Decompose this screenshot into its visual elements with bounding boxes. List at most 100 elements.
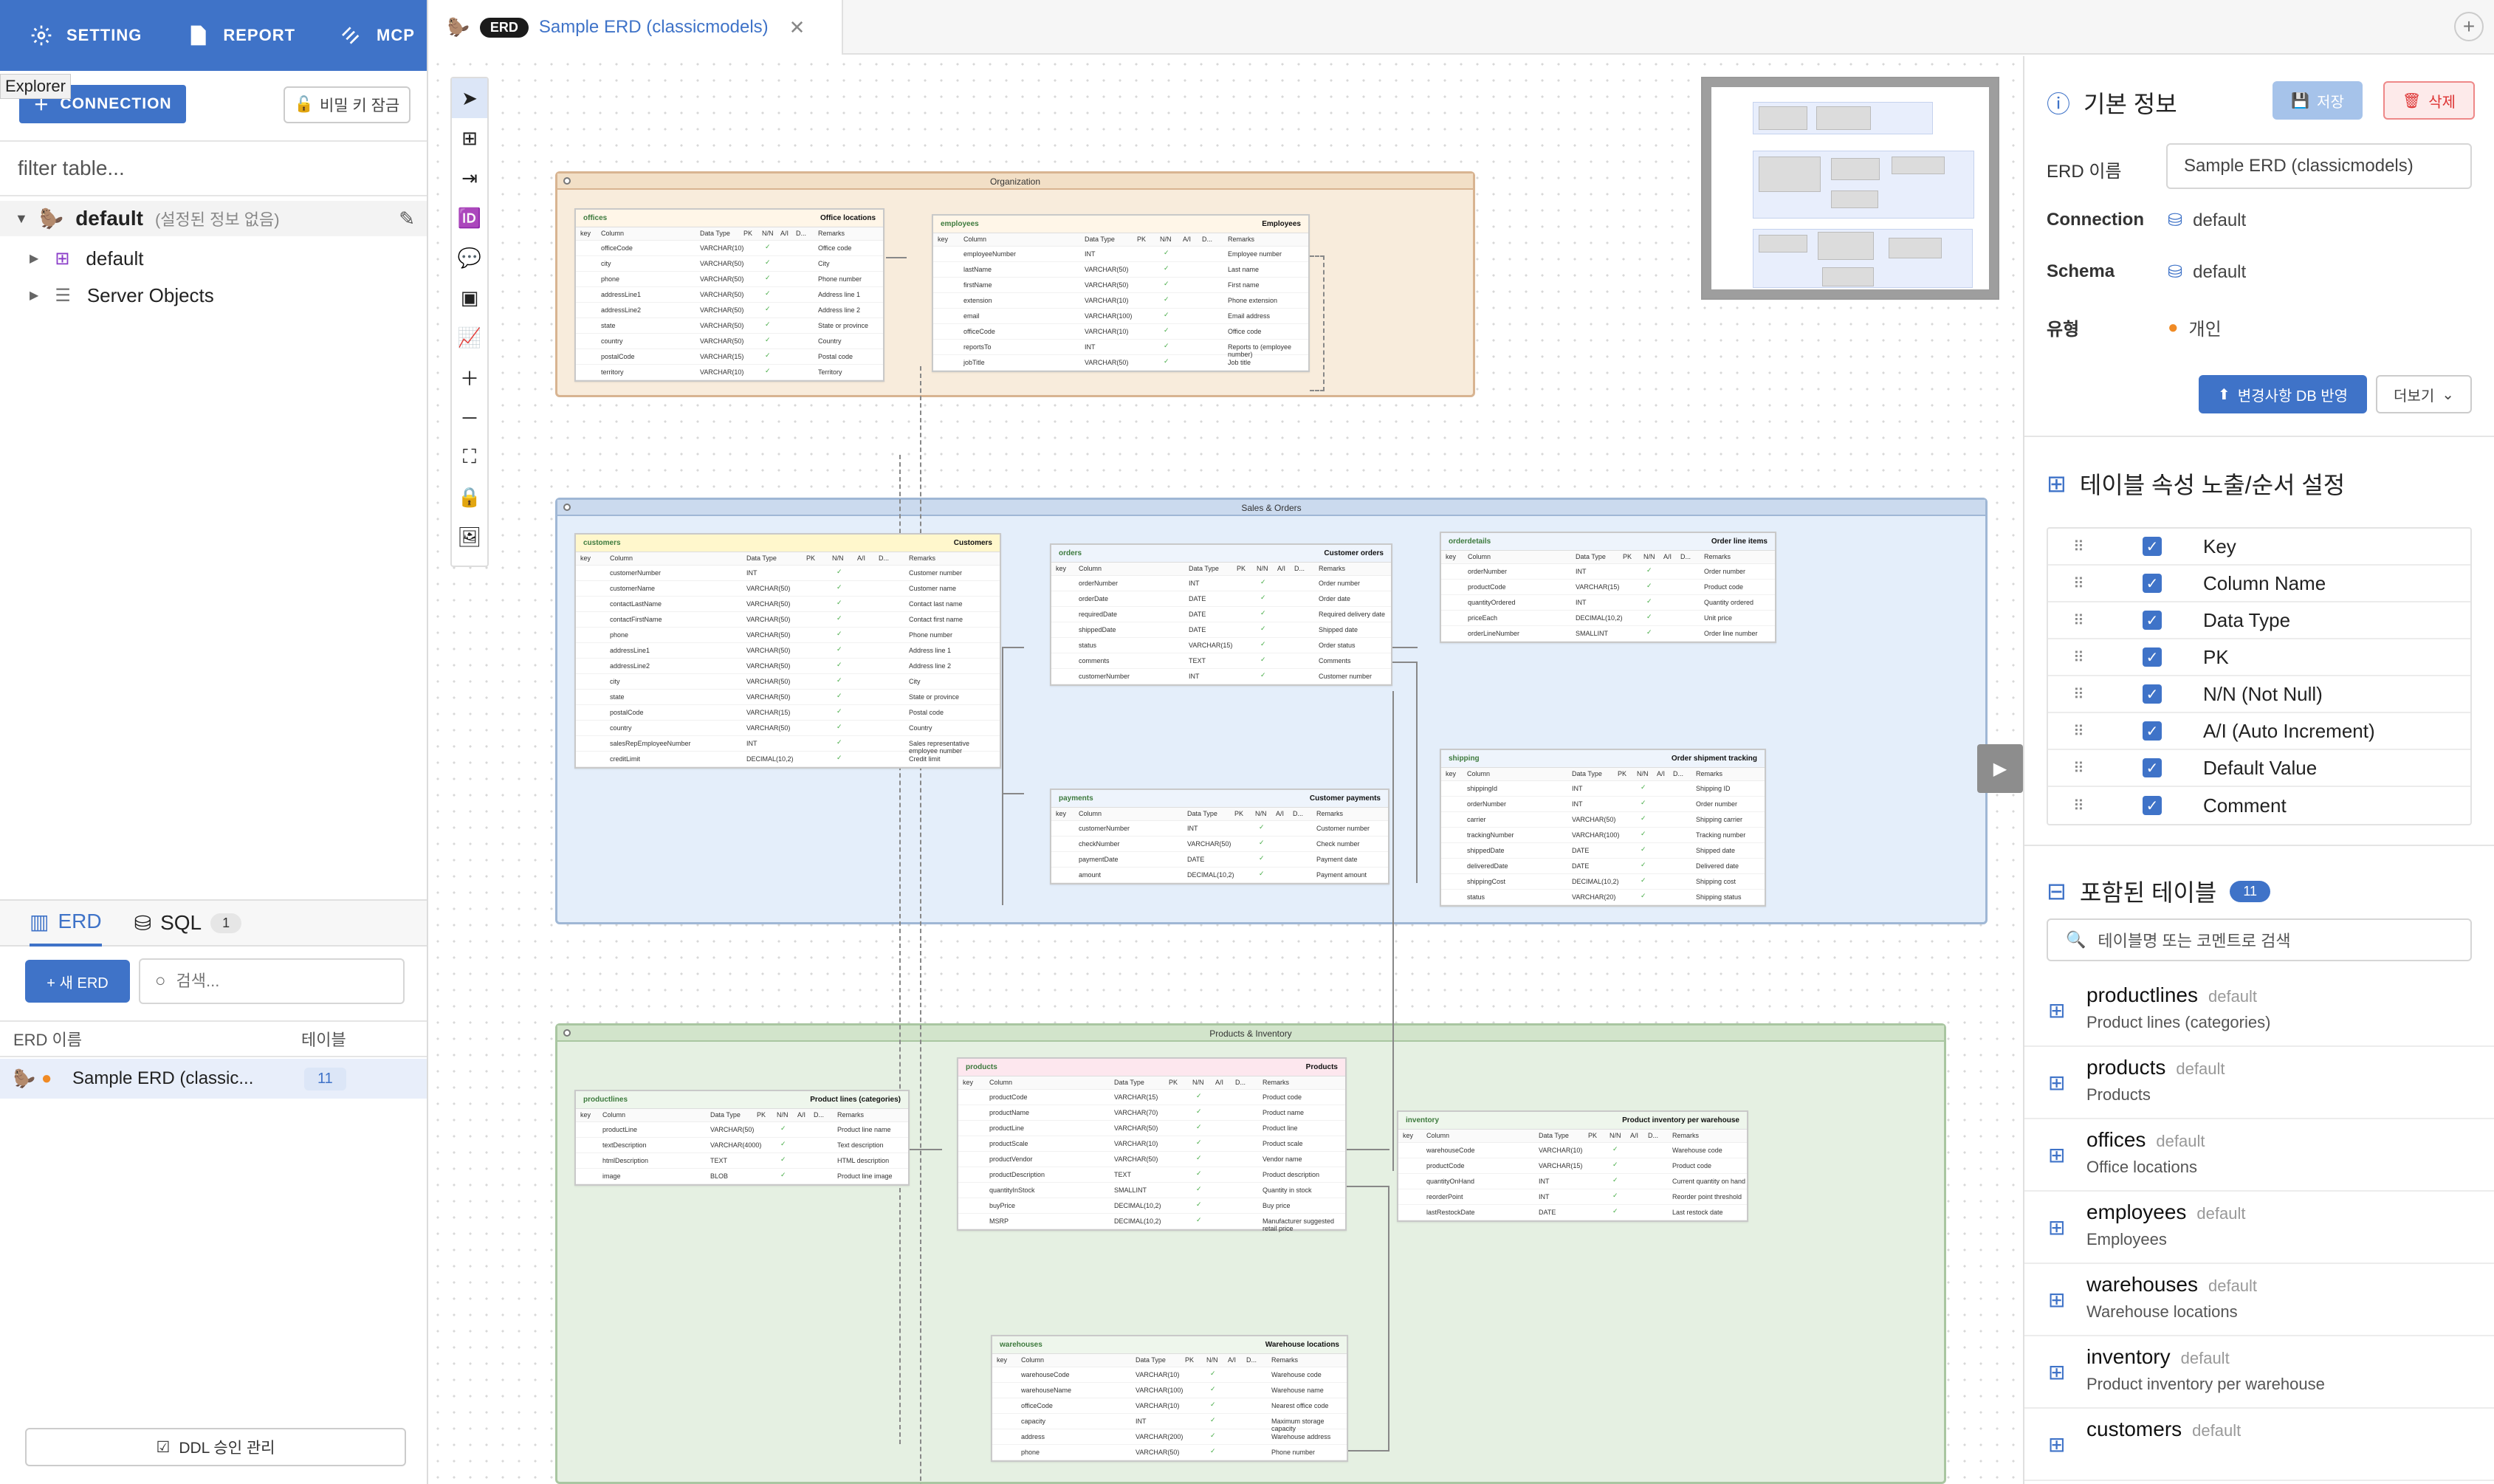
property-row[interactable]: ⠿ ✓ PK: [2048, 639, 2470, 676]
fit-view-icon[interactable]: ⛶: [452, 437, 487, 477]
table-header[interactable]: customers Customers: [576, 535, 1000, 552]
table-row[interactable]: productDescription TEXT ✓ Product descripti…: [958, 1167, 1345, 1183]
table-row[interactable]: productVendor VARCHAR(50) ✓ Vendor name: [958, 1152, 1345, 1167]
select-tool-icon[interactable]: ➤: [452, 78, 487, 118]
ddl-approval-button[interactable]: ☑ DDL 승인 관리: [25, 1428, 406, 1466]
close-icon[interactable]: ✕: [789, 16, 805, 39]
table-row[interactable]: MSRP DECIMAL(10,2) ✓ Manufacturer suggested…: [958, 1214, 1345, 1232]
apply-db-changes-button[interactable]: ⬆ 변경사항 DB 반영: [2199, 375, 2367, 413]
drag-handle-icon[interactable]: ⠿: [2073, 797, 2084, 815]
property-row[interactable]: ⠿ ✓ Comment: [2048, 787, 2470, 824]
secret-key-lock-button[interactable]: 🔓 비밀 키 잠금: [284, 86, 410, 123]
table-row[interactable]: officeCode VARCHAR(10) ✓ Nearest office cod…: [992, 1398, 1347, 1414]
table-row[interactable]: orderDate DATE ✓ Order date: [1051, 591, 1391, 607]
table-header[interactable]: productlines Product lines (categories): [576, 1091, 908, 1109]
table-row[interactable]: lastRestockDate DATE ✓ Last restock date: [1398, 1205, 1747, 1220]
new-erd-button[interactable]: + 새 ERD: [25, 960, 130, 1003]
table-row[interactable]: status VARCHAR(15) ✓ Order status: [1051, 638, 1391, 653]
table-row[interactable]: addressLine1 VARCHAR(50) ✓ Address line 1: [576, 643, 1000, 659]
table-employees[interactable]: employees Employees key Column Data Type PK N/…: [932, 214, 1310, 372]
included-table-item[interactable]: ⊞ customers default: [2024, 1409, 2494, 1481]
table-row[interactable]: orderNumber INT ✓ Order number: [1441, 797, 1765, 812]
table-row[interactable]: address VARCHAR(200) ✓ Warehouse address: [992, 1429, 1347, 1445]
table-orderdetails[interactable]: orderdetails Order line items key Column Dat…: [1440, 532, 1776, 643]
table-row[interactable]: quantityOrdered INT ✓ Quantity ordered: [1441, 595, 1775, 611]
table-row[interactable]: email VARCHAR(100) ✓ Email address: [933, 309, 1308, 324]
included-table-item[interactable]: ⊞ warehouses default Warehouse locations: [2024, 1264, 2494, 1336]
table-row[interactable]: orderLineNumber SMALLINT ✓ Order line numbe…: [1441, 626, 1775, 642]
drag-handle-icon[interactable]: ⠿: [2073, 648, 2084, 667]
table-row[interactable]: phone VARCHAR(50) ✓ Phone number: [576, 272, 883, 287]
table-row[interactable]: productScale VARCHAR(10) ✓ Product scale: [958, 1136, 1345, 1152]
checkbox[interactable]: ✓: [2143, 574, 2162, 593]
table-header[interactable]: inventory Product inventory per warehouse: [1398, 1112, 1747, 1130]
table-row[interactable]: checkNumber VARCHAR(50) ✓ Check number: [1051, 837, 1388, 852]
table-products[interactable]: products Products key Column Data Type PK N/N A…: [957, 1057, 1347, 1232]
drag-handle-icon[interactable]: ⠿: [2073, 574, 2084, 593]
table-payments[interactable]: payments Customer payments key Column Data T…: [1050, 789, 1389, 884]
relation-icon[interactable]: ⇥: [452, 158, 487, 198]
property-row[interactable]: ⠿ ✓ Data Type: [2048, 602, 2470, 639]
group-icon[interactable]: ▣: [452, 278, 487, 317]
table-inventory[interactable]: inventory Product inventory per warehouse…: [1397, 1110, 1748, 1222]
save-button[interactable]: 💾 저장: [2273, 81, 2363, 120]
table-row[interactable]: productCode VARCHAR(15) ✓ Product code: [1398, 1158, 1747, 1174]
id-icon[interactable]: 🆔: [452, 198, 487, 238]
checkbox[interactable]: ✓: [2143, 647, 2162, 667]
table-row[interactable]: orderNumber INT ✓ Order number: [1441, 564, 1775, 580]
minimap[interactable]: [1701, 77, 1999, 300]
setting-button[interactable]: SETTING: [30, 24, 142, 47]
table-row[interactable]: warehouseCode VARCHAR(10) ✓ Warehouse code: [1398, 1143, 1747, 1158]
table-row[interactable]: salesRepEmployeeNumber INT ✓ Sales represen…: [576, 736, 1000, 755]
table-row[interactable]: productLine VARCHAR(50) ✓ Product line name: [576, 1122, 908, 1138]
table-row[interactable]: shippedDate DATE ✓ Shipped date: [1441, 843, 1765, 859]
table-row[interactable]: orderNumber INT ✓ Order number: [1051, 576, 1391, 591]
table-row[interactable]: warehouseName VARCHAR(100) ✓ Warehouse name: [992, 1383, 1347, 1398]
drag-handle-icon[interactable]: ⠿: [2073, 611, 2084, 630]
table-row[interactable]: phone VARCHAR(50) ✓ Phone number: [992, 1445, 1347, 1460]
table-row[interactable]: productCode VARCHAR(15) ✓ Product code: [1441, 580, 1775, 595]
comment-icon[interactable]: 💬: [452, 238, 487, 278]
table-row[interactable]: territory VARCHAR(10) ✓ Territory: [576, 365, 883, 380]
table-header[interactable]: orders Customer orders: [1051, 545, 1391, 563]
table-row[interactable]: customerName VARCHAR(50) ✓ Customer name: [576, 581, 1000, 597]
group-handle-icon[interactable]: [563, 1029, 571, 1037]
erd-canvas[interactable]: ➤ ⊞ ⇥ 🆔 💬 ▣ 📈 ＋ － ⛶ 🔒 🖼 Organization Sal…: [430, 56, 2023, 1484]
table-row[interactable]: employeeNumber INT ✓ Employee number: [933, 247, 1308, 262]
table-orders[interactable]: orders Customer orders key Column Data Type P…: [1050, 543, 1392, 686]
table-row[interactable]: trackingNumber VARCHAR(100) ✓ Tracking numb…: [1441, 828, 1765, 843]
table-row[interactable]: phone VARCHAR(50) ✓ Phone number: [576, 628, 1000, 643]
table-row[interactable]: jobTitle VARCHAR(50) ✓ Job title: [933, 355, 1308, 371]
included-table-item[interactable]: ⊞ offices default Office locations: [2024, 1119, 2494, 1192]
included-search-box[interactable]: 🔍 테이블명 또는 코멘트로 검색: [2047, 918, 2472, 961]
table-header[interactable]: products Products: [958, 1059, 1345, 1076]
checkbox[interactable]: ✓: [2143, 796, 2162, 815]
tree-connection-default[interactable]: ▼ 🦫 default (설정된 정보 없음) ✎: [0, 201, 427, 236]
table-row[interactable]: customerNumber INT ✓ Customer number: [576, 566, 1000, 581]
drag-handle-icon[interactable]: ⠿: [2073, 722, 2084, 741]
table-warehouses[interactable]: warehouses Warehouse locations key Column Da…: [991, 1335, 1348, 1462]
zoom-out-icon[interactable]: －: [452, 397, 487, 437]
included-table-item[interactable]: ⊞ employees default Employees: [2024, 1192, 2494, 1264]
lock-icon[interactable]: 🔒: [452, 477, 487, 517]
included-table-item[interactable]: ⊞ products default Products: [2024, 1047, 2494, 1119]
erd-name-field[interactable]: Sample ERD (classicmodels): [2166, 143, 2472, 189]
checkbox[interactable]: ✓: [2143, 758, 2162, 777]
table-row[interactable]: productName VARCHAR(70) ✓ Product name: [958, 1105, 1345, 1121]
property-row[interactable]: ⠿ ✓ N/N (Not Null): [2048, 676, 2470, 713]
filter-table-input[interactable]: [18, 157, 427, 180]
table-productlines[interactable]: productlines Product lines (categories) ke…: [574, 1090, 910, 1186]
checkbox[interactable]: ✓: [2143, 684, 2162, 704]
table-row[interactable]: buyPrice DECIMAL(10,2) ✓ Buy price: [958, 1198, 1345, 1214]
table-row[interactable]: contactLastName VARCHAR(50) ✓ Contact last …: [576, 597, 1000, 612]
table-row[interactable]: contactFirstName VARCHAR(50) ✓ Contact firs…: [576, 612, 1000, 628]
table-row[interactable]: firstName VARCHAR(50) ✓ First name: [933, 278, 1308, 293]
erd-list-item[interactable]: 🦫 ● Sample ERD (classic... 11: [0, 1059, 427, 1099]
table-header[interactable]: warehouses Warehouse locations: [992, 1336, 1347, 1354]
drag-handle-icon[interactable]: ⠿: [2073, 537, 2084, 556]
table-row[interactable]: quantityOnHand INT ✓ Current quantity on ha…: [1398, 1174, 1747, 1189]
table-row[interactable]: country VARCHAR(50) ✓ Country: [576, 334, 883, 349]
group-handle-icon[interactable]: [563, 177, 571, 185]
property-row[interactable]: ⠿ ✓ Default Value: [2048, 750, 2470, 787]
erd-search-input[interactable]: [176, 972, 383, 991]
